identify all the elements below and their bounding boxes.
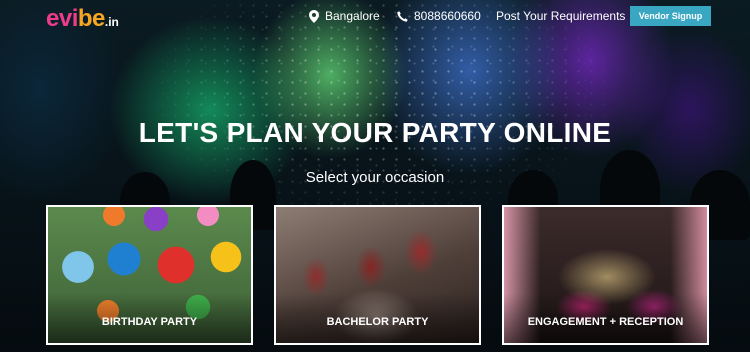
- phone-number: 8088660660: [414, 9, 481, 23]
- occasion-card-bachelor[interactable]: BACHELOR PARTY: [274, 205, 481, 345]
- occasion-card-engagement[interactable]: ENGAGEMENT + RECEPTION: [502, 205, 709, 345]
- occasion-label: BACHELOR PARTY: [326, 316, 429, 328]
- location-label: Bangalore: [325, 9, 380, 23]
- post-requirements-link[interactable]: Post Your Requirements: [496, 9, 625, 23]
- logo-text-accent: be: [77, 5, 106, 32]
- occasion-label: BIRTHDAY PARTY: [101, 316, 198, 328]
- vendor-signup-button[interactable]: Vendor Signup: [630, 6, 711, 26]
- phone-link[interactable]: 8088660660: [397, 9, 481, 23]
- evibe-logo[interactable]: evibe.in: [46, 5, 119, 33]
- hero-subheadline: Select your occasion: [305, 169, 445, 186]
- occasion-card-birthday[interactable]: BIRTHDAY PARTY: [46, 205, 253, 345]
- logo-text-suffix: .in: [104, 15, 119, 29]
- hero-headline: LET'S PLAN YOUR PARTY ONLINE: [138, 117, 612, 148]
- hero-banner: evibe.in Bangalore 8088660660 Post Your …: [0, 0, 750, 352]
- phone-icon: [397, 10, 408, 22]
- location-pin-icon: [309, 9, 319, 23]
- logo-text-main: evi: [46, 5, 78, 32]
- location-selector[interactable]: Bangalore: [309, 9, 380, 23]
- occasion-label: ENGAGEMENT + RECEPTION: [527, 316, 684, 328]
